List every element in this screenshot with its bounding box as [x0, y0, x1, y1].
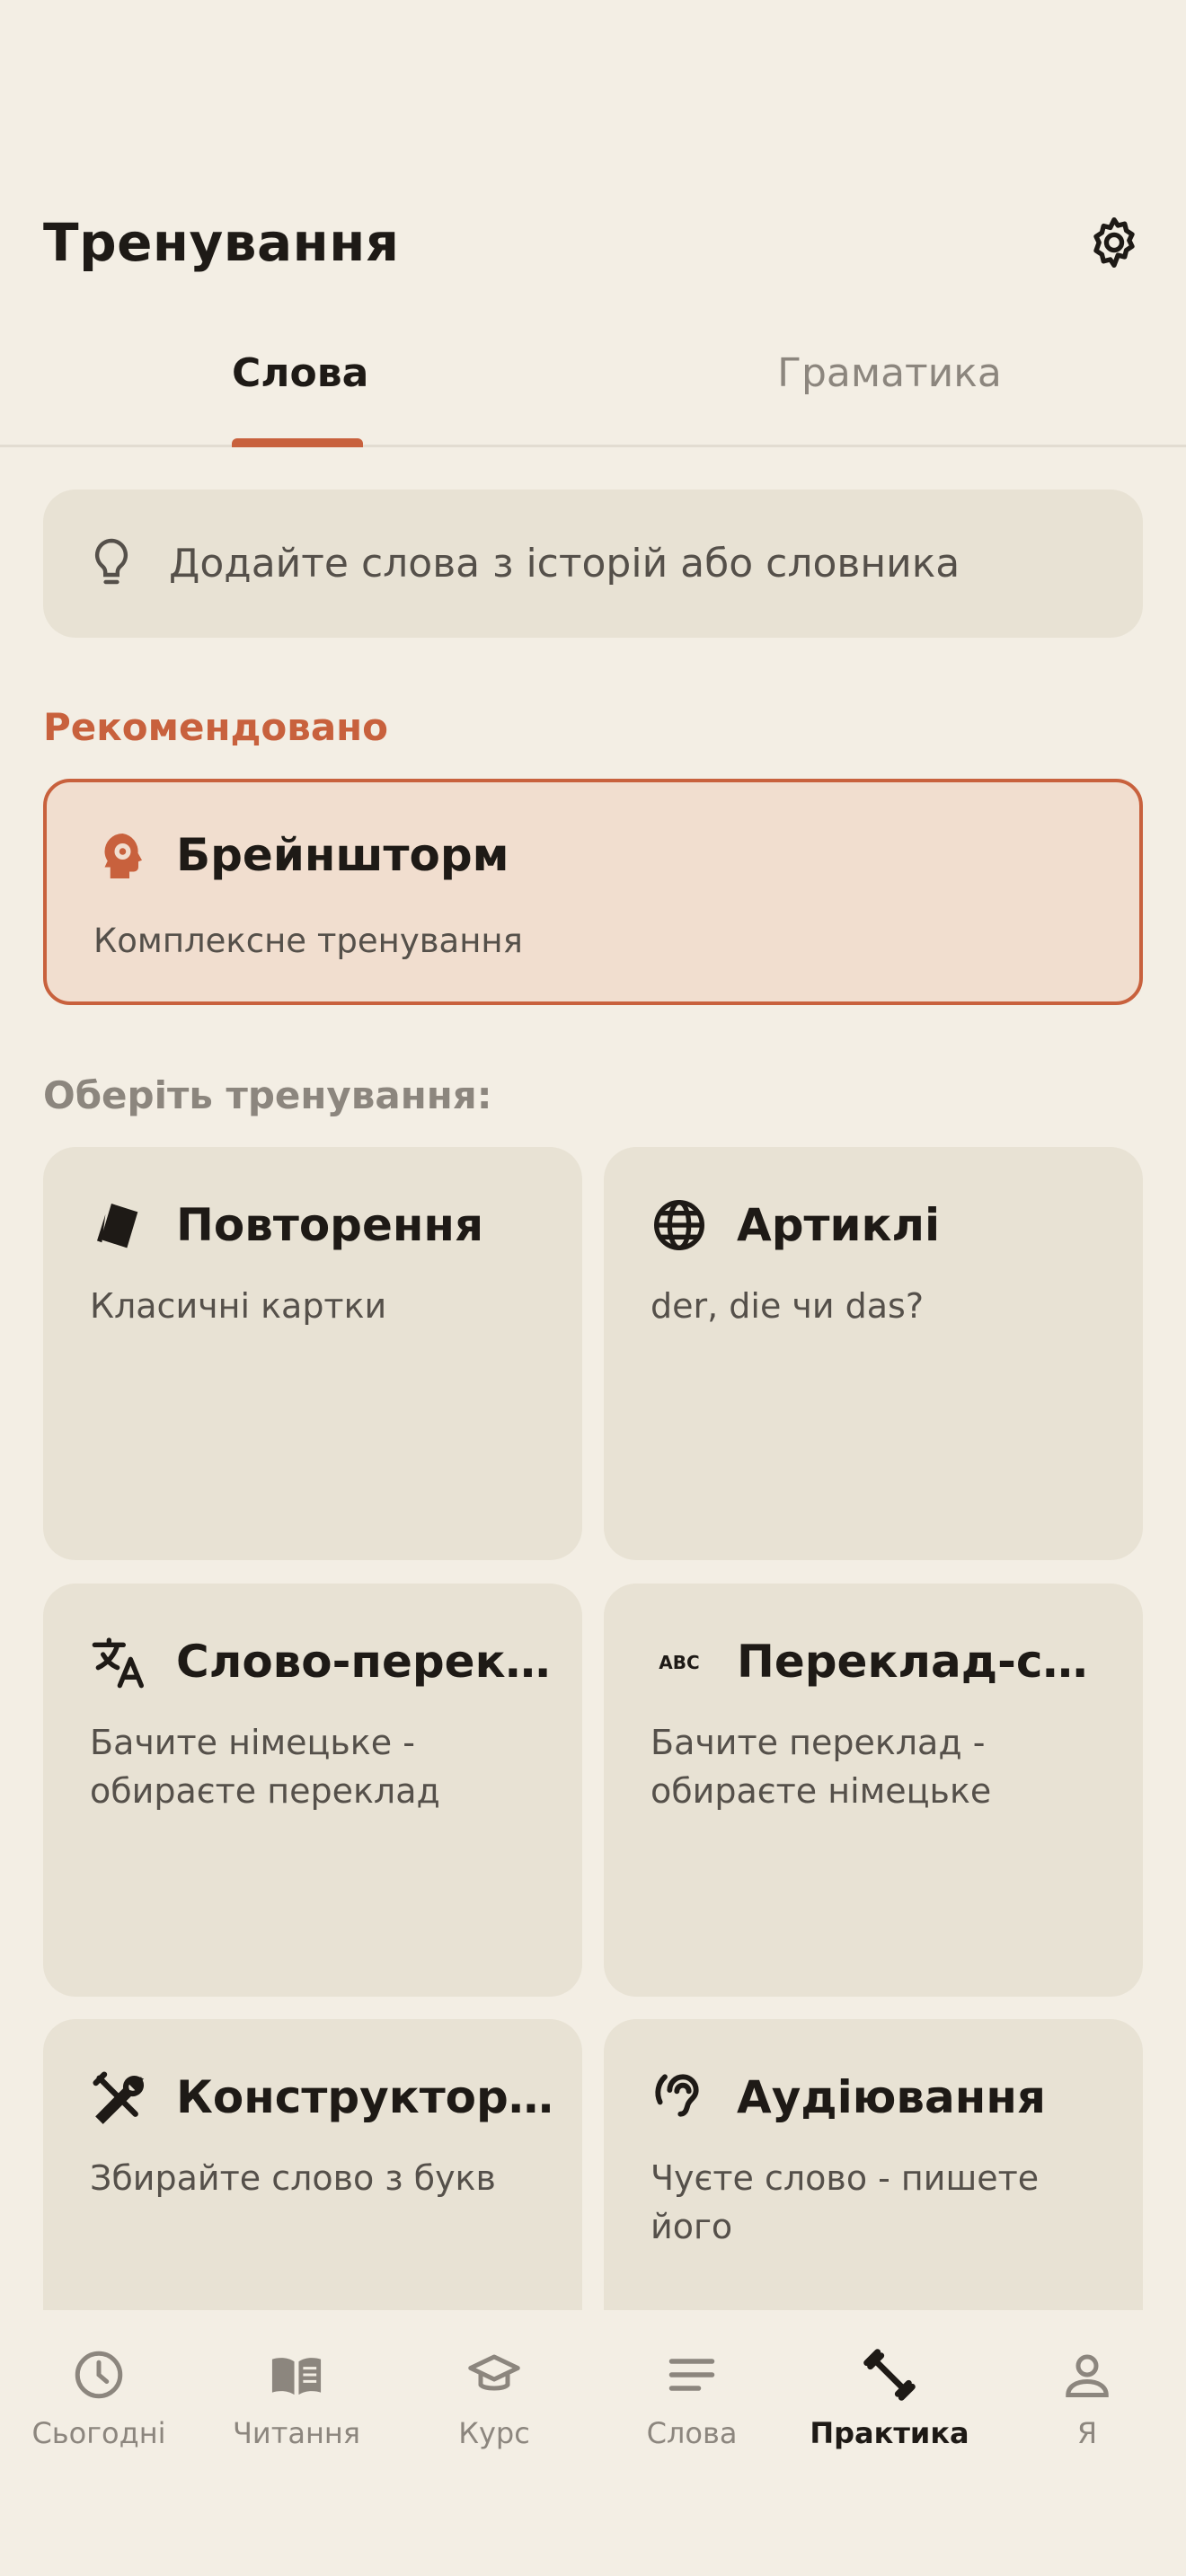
card-title: Повторення: [176, 1199, 484, 1251]
nav-item-words[interactable]: Слова: [593, 2346, 791, 2450]
card-subtitle: der, die чи das?: [651, 1286, 925, 1326]
person-icon: [1058, 2346, 1116, 2404]
section-choose-label: Оберіть тренування:: [43, 1073, 492, 1117]
card-title: Слово-перек...: [176, 1636, 553, 1688]
nav-label: Читання: [232, 2416, 361, 2450]
lightbulb-icon: [90, 537, 133, 591]
lines-icon: [663, 2346, 721, 2404]
abc-icon: ABC: [651, 1633, 708, 1690]
clock-icon: [70, 2346, 128, 2404]
card-subtitle: Чуєте слово - пишете його: [651, 2158, 1040, 2246]
bottom-nav: Сьогодні Читання Курс Слова Практика Я: [0, 2310, 1186, 2576]
translate-icon: [90, 1633, 147, 1690]
articles-card[interactable]: Артиклі der, die чи das?: [604, 1147, 1143, 1560]
nav-label: Практика: [810, 2416, 969, 2450]
brainstorm-card[interactable]: Брейншторм Комплексне тренування: [43, 779, 1143, 1005]
nav-label: Я: [1076, 2416, 1098, 2450]
card-subtitle: Збирайте слово з букв: [90, 2158, 496, 2198]
nav-item-reading[interactable]: Читання: [198, 2346, 395, 2450]
card-title: Артиклі: [737, 1199, 941, 1251]
hint-text: Додайте слова з історій або словника: [169, 541, 960, 587]
nav-item-practice[interactable]: Практика: [791, 2346, 988, 2450]
nav-label: Сьогодні: [31, 2416, 166, 2450]
card-subtitle: Класичні картки: [90, 1286, 387, 1326]
page-title: Тренування: [43, 212, 400, 273]
graduation-cap-icon: [465, 2346, 523, 2404]
add-words-hint[interactable]: Додайте слова з історій або словника: [43, 490, 1143, 638]
tab-grammar[interactable]: Граматика: [735, 350, 1044, 396]
repetition-card[interactable]: Повторення Класичні картки: [43, 1147, 582, 1560]
brainstorm-title: Брейншторм: [176, 829, 509, 881]
tab-words[interactable]: Слова: [232, 350, 368, 396]
book-icon: [268, 2346, 325, 2404]
dumbbell-icon: [861, 2346, 918, 2404]
tab-bar: Слова Граматика: [0, 341, 1186, 447]
header: Тренування: [43, 207, 1143, 278]
gear-icon[interactable]: [1085, 214, 1143, 271]
flashcards-icon: [90, 1196, 147, 1254]
word-translation-card[interactable]: Слово-перек... Бачите німецьке - обираєт…: [43, 1584, 582, 1997]
nav-item-today[interactable]: Сьогодні: [0, 2346, 198, 2450]
svg-text:ABC: ABC: [659, 1652, 699, 1673]
brainstorm-subtitle: Комплексне тренування: [93, 922, 523, 960]
card-subtitle: Бачите переклад - обираєте німецьке: [651, 1723, 992, 1811]
nav-label: Слова: [646, 2416, 738, 2450]
nav-item-course[interactable]: Курс: [395, 2346, 593, 2450]
translation-word-card[interactable]: ABC Переклад-сл... Бачите переклад - оби…: [604, 1584, 1143, 1997]
nav-item-me[interactable]: Я: [988, 2346, 1186, 2450]
globe-icon: [651, 1196, 708, 1254]
brain-gear-icon: [93, 829, 147, 883]
card-title: Аудіювання: [737, 2071, 1046, 2123]
section-recommended-label: Рекомендовано: [43, 705, 389, 749]
card-subtitle: Бачите німецьке - обираєте переклад: [90, 1723, 440, 1811]
card-title: Конструктор ...: [176, 2071, 553, 2123]
hearing-icon: [651, 2069, 708, 2126]
card-title: Переклад-сл...: [737, 1636, 1114, 1688]
nav-label: Курс: [458, 2416, 530, 2450]
active-tab-indicator: [232, 438, 363, 447]
tools-icon: [90, 2069, 147, 2126]
